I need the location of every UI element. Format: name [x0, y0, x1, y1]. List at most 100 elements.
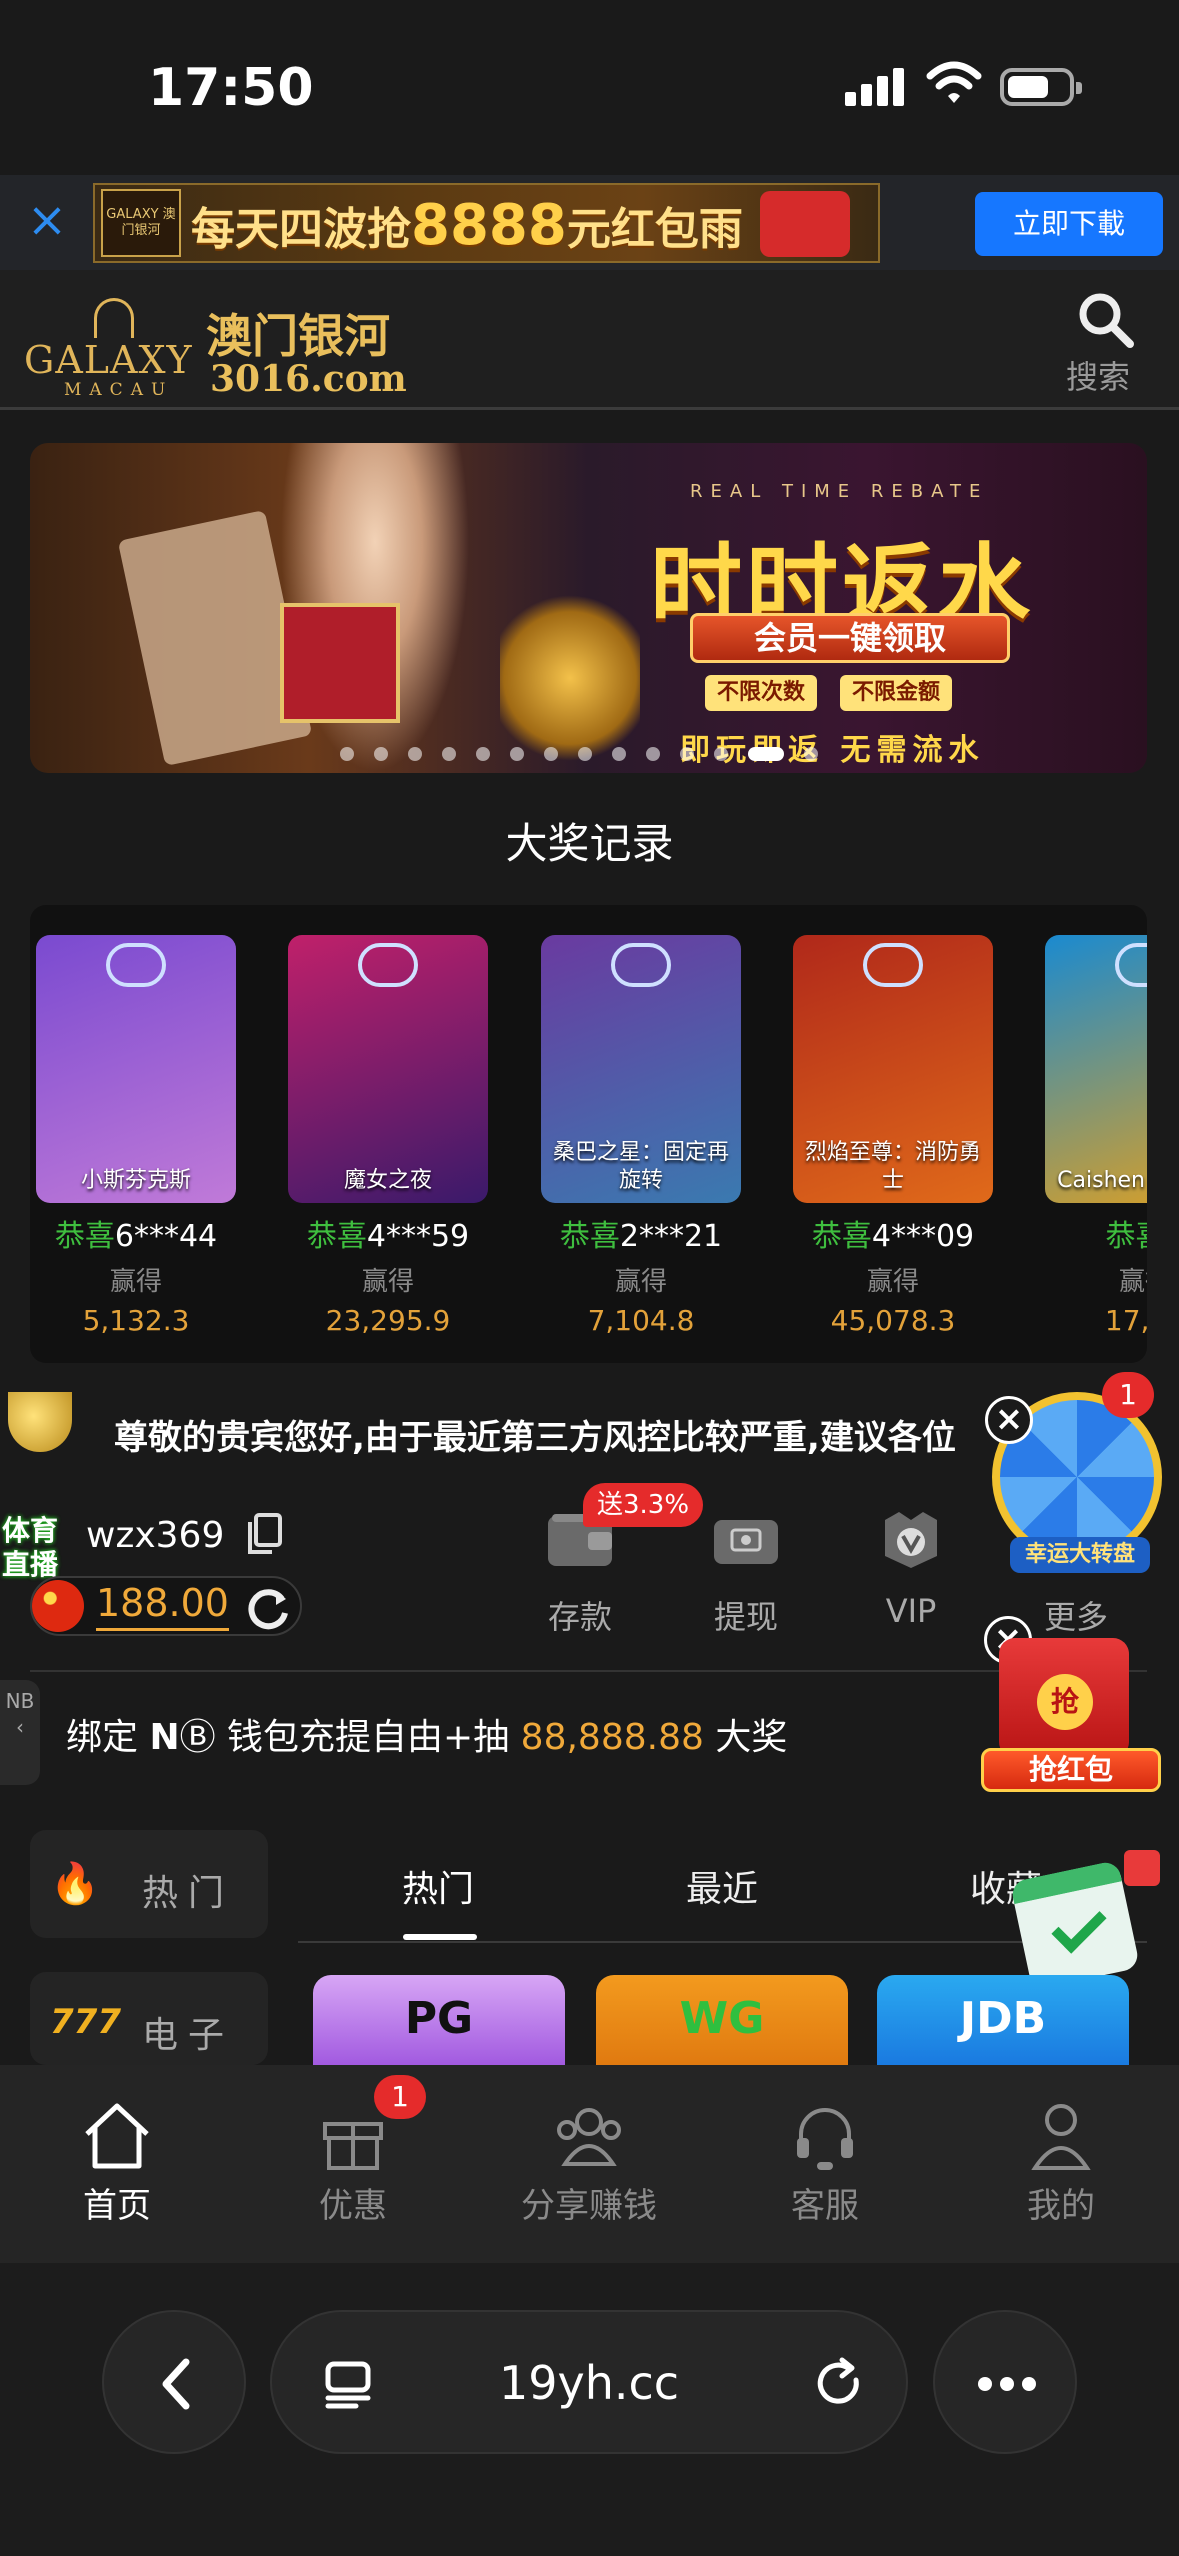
carousel-dot[interactable] [544, 746, 558, 761]
vip-button[interactable]: VIP [851, 1510, 971, 1630]
jackpot-record-card[interactable]: Caishen Dragon 恭喜2 赢得 17,54 [1045, 935, 1147, 1337]
game-thumbnail: 桑巴之星：固定再旋转 [541, 935, 741, 1203]
trophy-icon [8, 1392, 72, 1452]
provider-logo-icon [358, 943, 418, 987]
wifi-icon [926, 61, 982, 103]
jackpot-record-card[interactable]: 小斯芬克斯 恭喜6***44 赢得 5,132.3 [36, 935, 236, 1337]
search-button[interactable]: 搜索 [1066, 290, 1142, 400]
win-amount: 45,078.3 [830, 1304, 956, 1337]
red-packet-widget[interactable]: 抢 抢红包 [975, 1638, 1170, 1793]
balance-value: 188.00 [96, 1578, 229, 1631]
search-icon [1079, 293, 1134, 348]
close-wheel-button[interactable]: × [985, 1396, 1033, 1444]
jackpot-record-card[interactable]: 魔女之夜 恭喜4***59 赢得 23,295.9 [288, 935, 488, 1337]
close-icon[interactable]: × [22, 195, 72, 245]
carousel-dot[interactable] [714, 746, 728, 761]
game-name: 魔女之夜 [343, 1168, 432, 1193]
refresh-icon[interactable] [242, 1583, 294, 1635]
game-name: 烈焰至尊：消防勇士 [804, 1140, 981, 1193]
carousel-dot[interactable] [680, 746, 694, 761]
crown-icon [94, 298, 134, 338]
carousel-dot[interactable] [612, 746, 626, 761]
browser-back-button[interactable] [102, 2310, 246, 2454]
winner-line: 恭喜6***44 [54, 1219, 218, 1254]
nav-profile[interactable]: 我的 [986, 2098, 1136, 2227]
game-thumbnail: 魔女之夜 [288, 935, 488, 1203]
deposit-bonus-badge: 送3.3% [583, 1483, 703, 1527]
promo-badge: 1 [374, 2075, 426, 2119]
sports-live-widget[interactable]: 体育直播 [0, 1392, 80, 1581]
nav-label: 我的 [1027, 2186, 1095, 2226]
withdraw-button[interactable]: 提现 [686, 1510, 806, 1638]
chevron-left-icon [162, 2358, 190, 2410]
nav-headset[interactable]: 客服 [750, 2098, 900, 2227]
provider-logo-icon [611, 943, 671, 987]
username: wzx369 [86, 1515, 225, 1556]
withdraw-icon [710, 1510, 782, 1570]
win-amount: 5,132.3 [82, 1304, 190, 1337]
carousel-dot[interactable] [804, 746, 818, 761]
reload-icon[interactable] [812, 2356, 868, 2412]
records-title: 大奖记录 [505, 819, 674, 868]
winner-line: 恭喜2***21 [559, 1219, 723, 1254]
won-label: 赢得 [866, 1267, 919, 1297]
provider-tile[interactable]: PG [313, 1975, 565, 2065]
ellipsis-icon [978, 2377, 1036, 2391]
nav-share[interactable]: 分享赚钱 [514, 2098, 664, 2227]
battery-icon [1000, 68, 1082, 106]
game-thumbnail: 烈焰至尊：消防勇士 [793, 935, 993, 1203]
carousel-dots[interactable] [340, 743, 838, 761]
status-time: 17:50 [148, 58, 314, 118]
carousel-dot[interactable] [476, 746, 490, 761]
gift-box-image [280, 603, 400, 723]
carousel-dot[interactable] [442, 746, 456, 761]
slot-777-icon: 777 [50, 2002, 121, 2042]
win-amount: 7,104.8 [587, 1304, 695, 1337]
nav-home[interactable]: 首页 [42, 2098, 192, 2227]
carousel-dot[interactable] [374, 746, 388, 761]
provider-logo-icon [863, 943, 923, 987]
carousel-dot[interactable] [578, 746, 592, 761]
headset-icon [787, 2098, 863, 2174]
provider-logo-icon [106, 943, 166, 987]
tab-recent[interactable]: 最近 [686, 1860, 758, 1912]
nav-label: 优惠 [319, 2186, 387, 2226]
category-hot[interactable]: 🔥 热门 [30, 1830, 268, 1938]
copy-icon[interactable] [244, 1512, 284, 1556]
carousel-dot[interactable] [408, 746, 422, 761]
jackpot-record-card[interactable]: 烈焰至尊：消防勇士 恭喜4***09 赢得 45,078.3 [793, 935, 993, 1337]
browser-address-bar[interactable]: 19yh.cc [270, 2310, 908, 2454]
coins-image [500, 593, 640, 763]
won-label: 赢得 [1118, 1267, 1147, 1297]
provider-label: PG [404, 1993, 474, 2044]
nb-logo-icon: Ⓑ [179, 1717, 216, 1758]
carousel-dot[interactable] [340, 746, 354, 761]
brand-logo[interactable]: GALAXY MACAU 澳门银河 3016.com [24, 288, 407, 400]
category-slots[interactable]: 777 电子 [30, 1972, 268, 2065]
download-promo-banner[interactable]: GALAXY 澳门银河 每天四波抢8888元红包雨 [93, 183, 880, 263]
nb-wallet-banner[interactable]: 绑定 NⒷ 钱包充提自由+抽 88,888.88 大奖 [66, 1708, 787, 1760]
jackpot-record-card[interactable]: 桑巴之星：固定再旋转恭喜2***21 赢得 7,104.8 [541, 935, 741, 1337]
promo-logo: GALAXY 澳门银河 [101, 189, 181, 257]
carousel-dot[interactable] [510, 746, 524, 761]
active-tab-indicator [403, 1934, 477, 1940]
carousel-dot[interactable] [748, 746, 784, 761]
carousel-dot[interactable] [646, 746, 660, 761]
download-button[interactable]: 立即下載 [975, 192, 1163, 256]
provider-label: WG [679, 1993, 765, 2044]
provider-label: JDB [959, 1993, 1047, 2044]
provider-tile[interactable]: JDB [877, 1975, 1129, 2065]
browser-more-button[interactable] [933, 2310, 1077, 2454]
red-envelope-icon [760, 191, 850, 257]
provider-tile[interactable]: WG [596, 1975, 848, 2065]
lucky-wheel-badge: 1 [1102, 1372, 1154, 1418]
nb-side-tab[interactable]: NB ‹ [0, 1680, 40, 1785]
hero-banner[interactable]: REAL TIME REBATE 时时返水 会员一键领取 不限次数 不限金额 即… [30, 443, 1147, 773]
tab-hot[interactable]: 热门 [402, 1860, 474, 1912]
cellular-signal-icon [845, 66, 905, 106]
won-label: 赢得 [614, 1267, 667, 1297]
notice-marquee[interactable]: 尊敬的贵宾您好,由于最近第三方风控比较严重,建议各位 [114, 1410, 1004, 1459]
winner-line: 恭喜4***59 [306, 1219, 470, 1254]
deposit-button[interactable]: 存款 [520, 1510, 640, 1638]
won-label: 赢得 [361, 1267, 414, 1297]
